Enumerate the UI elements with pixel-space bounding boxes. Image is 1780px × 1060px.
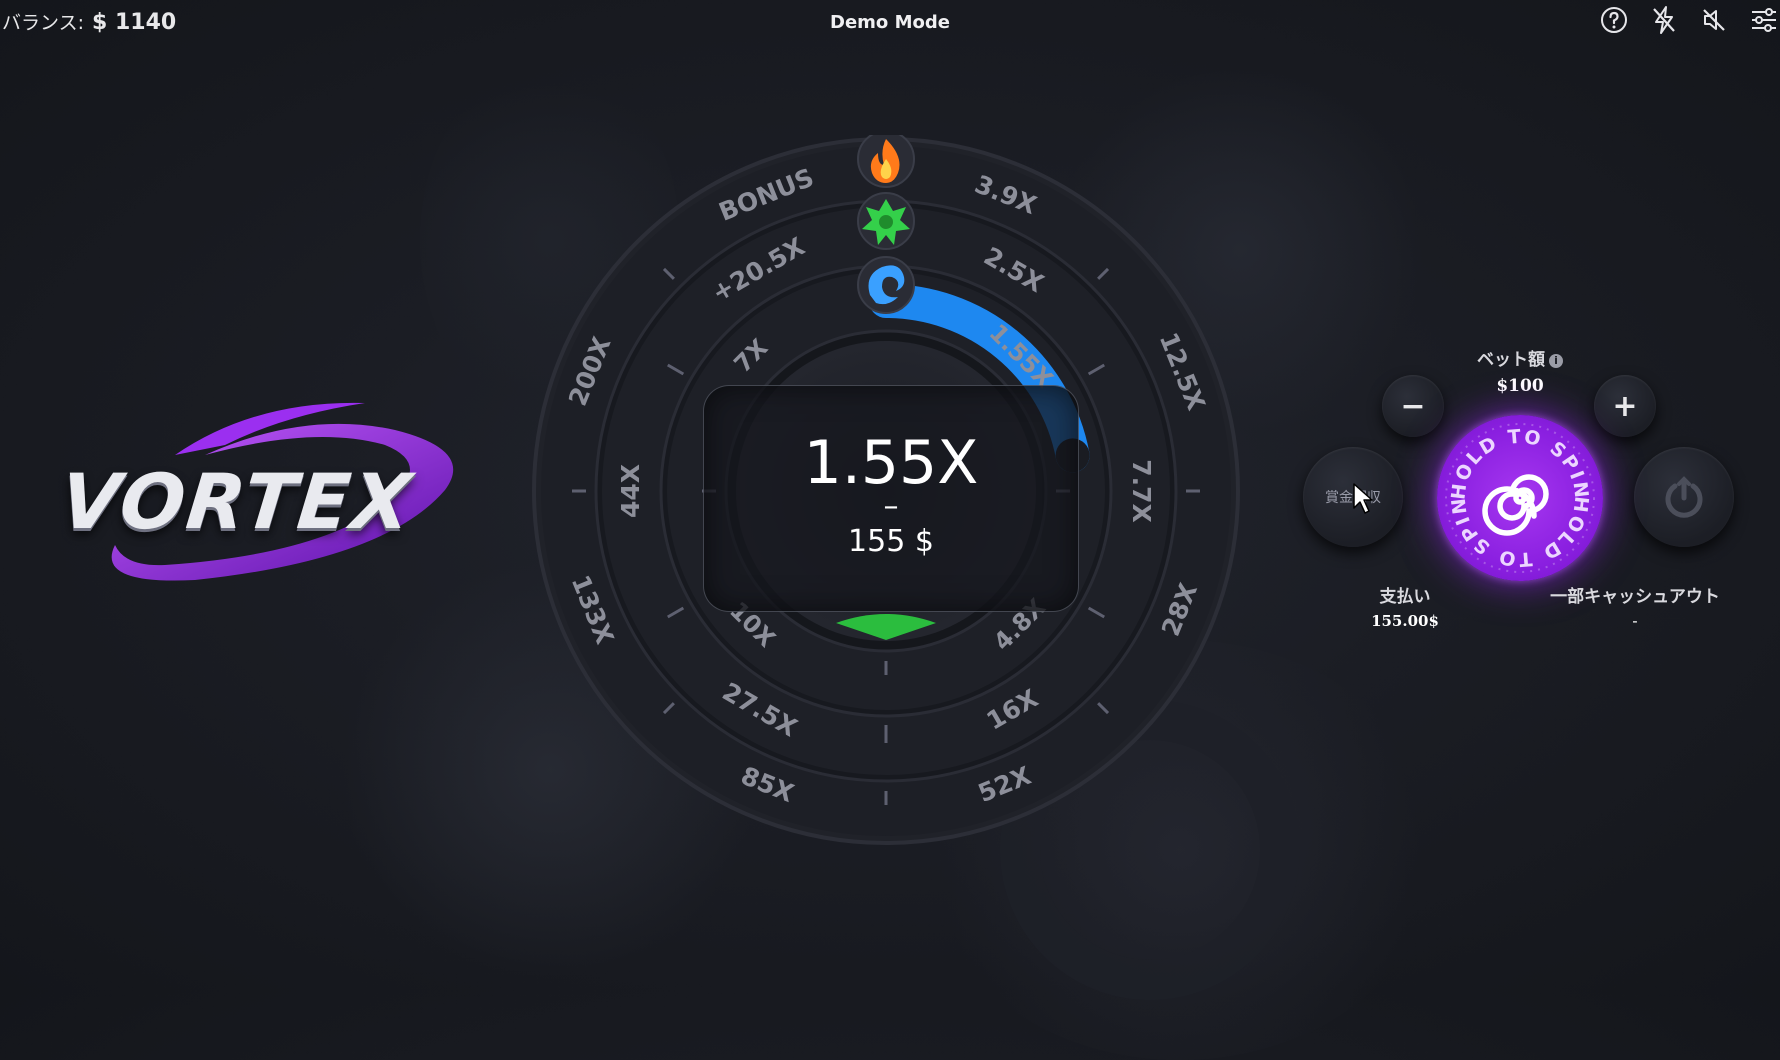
bet-amount-label: ベット額 i bbox=[1440, 345, 1600, 370]
current-multiplier: 1.55X bbox=[803, 428, 979, 498]
info-icon[interactable]: i bbox=[1549, 354, 1563, 368]
settings-icon[interactable] bbox=[1748, 4, 1780, 36]
spin-text-bottom: HOLD TO SPIN bbox=[1447, 495, 1590, 570]
increase-bet-button[interactable]: + bbox=[1594, 375, 1656, 437]
partial-cashout-label: 一部キャッシュアウト bbox=[1550, 587, 1720, 607]
spiral-icon bbox=[1482, 474, 1549, 536]
payout-value: 155.00$ bbox=[1371, 612, 1439, 630]
turbo-off-icon[interactable] bbox=[1648, 4, 1680, 36]
help-icon[interactable] bbox=[1598, 4, 1630, 36]
vortex-logo: VORTEX bbox=[55, 395, 475, 595]
balance-value: $ 1140 bbox=[92, 10, 177, 35]
logo-text: VORTEX bbox=[56, 457, 418, 546]
hold-to-spin-button[interactable]: HOLD TO SPIN HOLD TO SPIN bbox=[1437, 415, 1603, 581]
bet-amount-label-text: ベット額 bbox=[1477, 350, 1545, 370]
middle-multiplier-label: 7.7X bbox=[1127, 459, 1156, 523]
fire-icon bbox=[857, 135, 915, 188]
payout-label: 支払い bbox=[1379, 587, 1431, 607]
svg-text:HOLD TO SPIN: HOLD TO SPIN bbox=[1447, 495, 1592, 570]
top-bar: バランス: $ 1140 Demo Mode bbox=[0, 0, 1780, 44]
leaf-icon bbox=[857, 192, 915, 250]
mode-label: Demo Mode bbox=[830, 12, 950, 33]
autoplay-button[interactable] bbox=[1634, 447, 1734, 547]
bet-amount-value: $100 bbox=[1496, 376, 1544, 396]
sound-off-icon[interactable] bbox=[1698, 4, 1730, 36]
result-panel: 1.55X – 155 $ bbox=[703, 385, 1079, 612]
autoplay-icon bbox=[1665, 476, 1703, 518]
collect-label: 賞金回収 bbox=[1325, 490, 1381, 506]
top-icons bbox=[1598, 4, 1780, 36]
result-separator: – bbox=[883, 489, 899, 524]
balance-label: バランス: bbox=[2, 12, 85, 34]
water-icon bbox=[857, 256, 915, 314]
middle-multiplier-label: 44X bbox=[616, 464, 645, 518]
partial-cashout-value: - bbox=[1632, 612, 1638, 630]
collect-button[interactable]: 賞金回収 bbox=[1303, 447, 1403, 547]
balance: バランス: $ 1140 bbox=[2, 8, 176, 35]
decrease-bet-button[interactable]: − bbox=[1382, 375, 1444, 437]
win-amount: 155 $ bbox=[848, 524, 934, 559]
